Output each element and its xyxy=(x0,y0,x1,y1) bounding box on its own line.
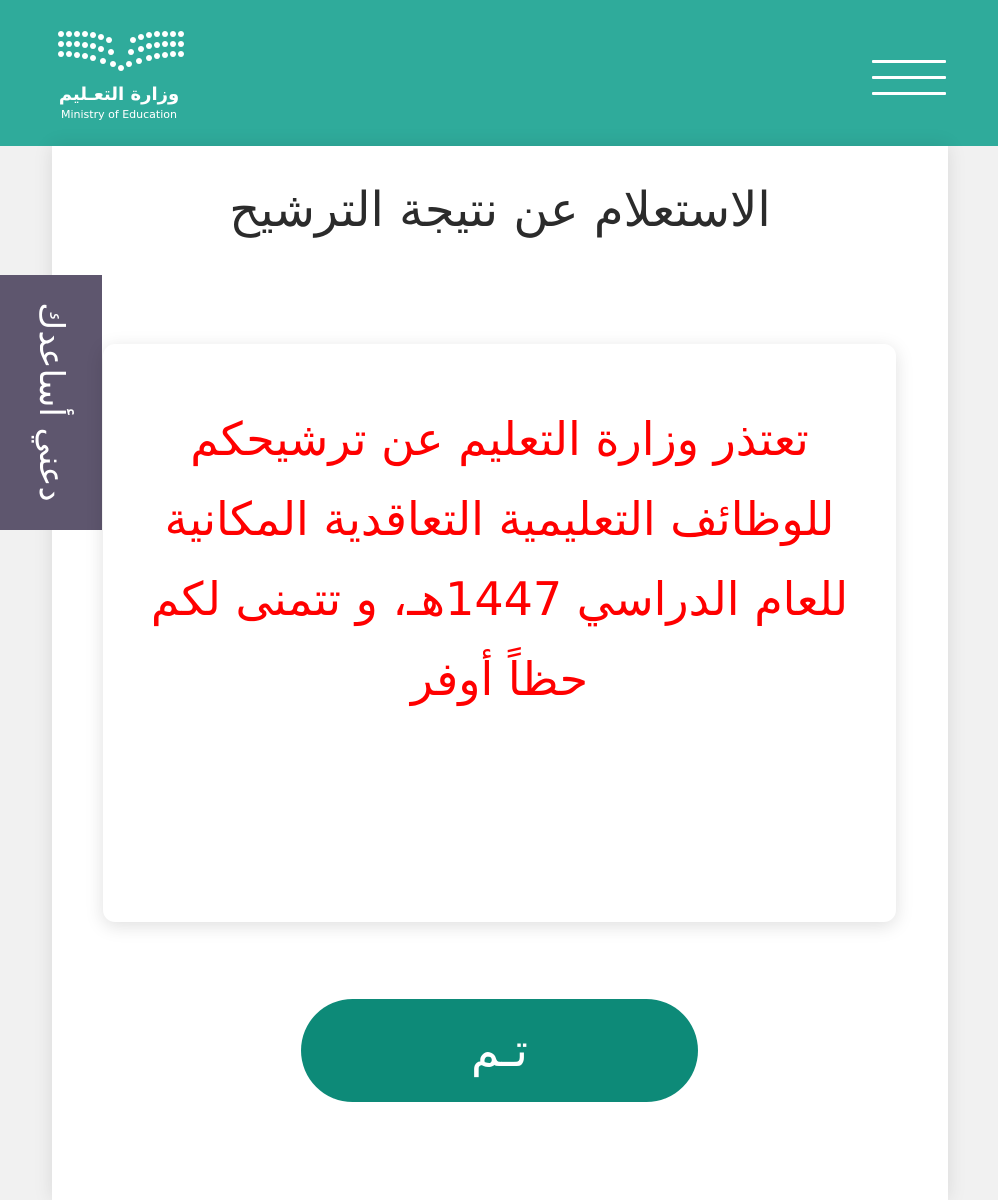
result-message-text: تعتذر وزارة التعليم عن ترشيحكم للوظائف ا… xyxy=(150,412,849,706)
menu-bar xyxy=(872,92,946,95)
menu-bar xyxy=(872,60,946,63)
result-message-card: تعتذر وزارة التعليم عن ترشيحكم للوظائف ا… xyxy=(103,344,896,922)
done-button[interactable]: تـم xyxy=(301,999,698,1102)
hamburger-menu-icon[interactable] xyxy=(872,60,946,98)
top-header: وزارة التعـليم Ministry of Education xyxy=(0,0,998,146)
help-tab[interactable]: دعني أساعدك xyxy=(0,275,102,530)
ministry-dots-logo-icon xyxy=(58,31,184,71)
help-tab-label: دعني أساعدك xyxy=(31,302,71,502)
logo-arabic-text: وزارة التعـليم xyxy=(58,84,180,105)
page-title: الاستعلام عن نتيجة الترشيح xyxy=(229,182,771,238)
ministry-logo[interactable]: وزارة التعـليم Ministry of Education xyxy=(55,28,185,123)
menu-bar xyxy=(872,76,946,79)
logo-english-text: Ministry of Education xyxy=(60,108,177,121)
